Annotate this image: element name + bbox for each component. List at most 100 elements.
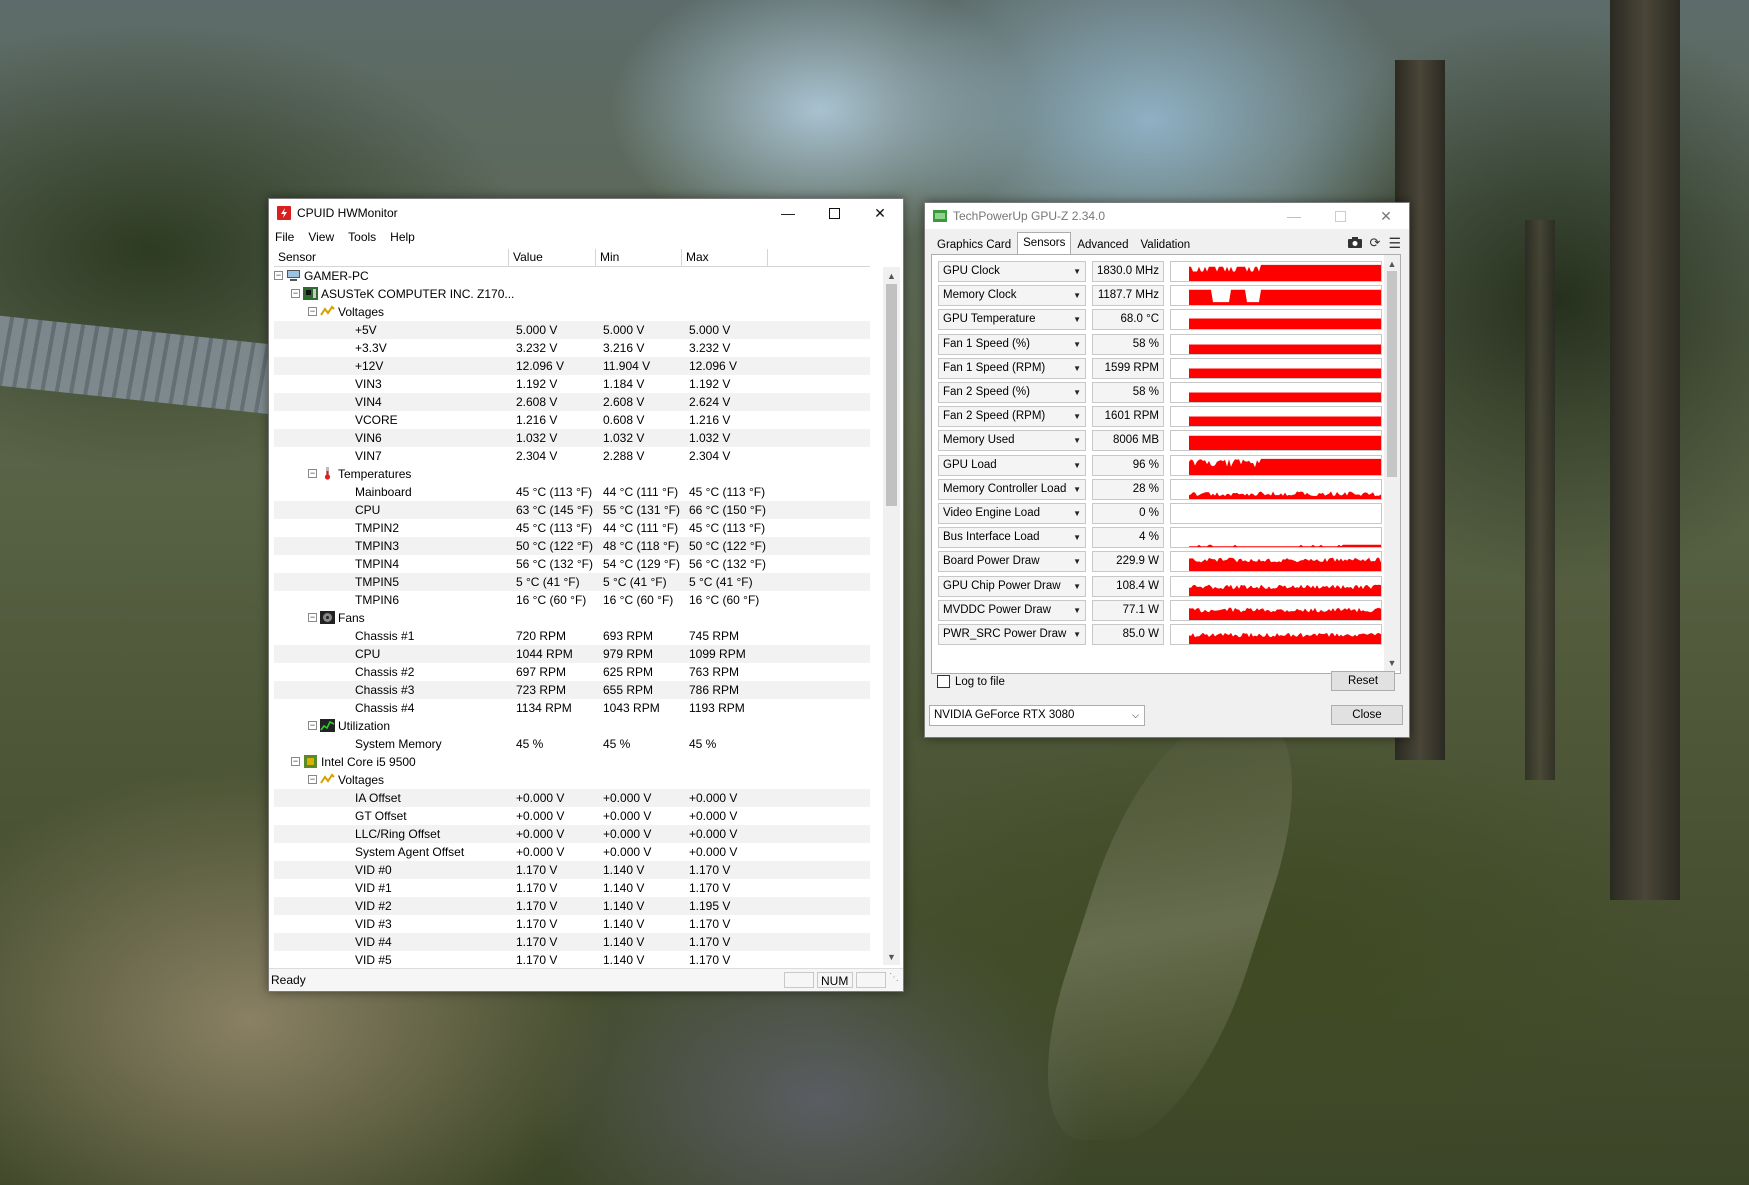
sensor-row[interactable]: VID #5 1.170 V 1.140 V 1.170 V	[274, 951, 870, 965]
camera-icon[interactable]	[1347, 235, 1362, 252]
sensor-row[interactable]: GT Offset +0.000 V +0.000 V +0.000 V	[274, 807, 870, 825]
tree-node[interactable]: − Temperatures	[274, 465, 870, 483]
tree-node[interactable]: − Intel Core i5 9500	[274, 753, 870, 771]
sensor-name-dropdown[interactable]: Video Engine Load ▼	[938, 503, 1086, 524]
sensor-row[interactable]: Chassis #2 697 RPM 625 RPM 763 RPM	[274, 663, 870, 681]
sensor-row[interactable]: CPU 1044 RPM 979 RPM 1099 RPM	[274, 645, 870, 663]
sensor-tree[interactable]: − GAMER-PC − ASUSTeK COMPUTER INC. Z170... −…	[274, 267, 870, 965]
tree-node[interactable]: − ASUSTeK COMPUTER INC. Z170...	[274, 285, 870, 303]
sensor-row[interactable]: VID #2 1.170 V 1.140 V 1.195 V	[274, 897, 870, 915]
sensor-name-dropdown[interactable]: GPU Clock ▼	[938, 261, 1086, 282]
sensor-row[interactable]: TMPIN6 16 °C (60 °F) 16 °C (60 °F) 16 °C (6…	[274, 591, 870, 609]
sensor-row[interactable]: VIN3 1.192 V 1.184 V 1.192 V	[274, 375, 870, 393]
gpuz-maximize-button[interactable]	[1317, 202, 1363, 230]
sensor-row[interactable]: +12V 12.096 V 11.904 V 12.096 V	[274, 357, 870, 375]
collapse-icon[interactable]: −	[308, 721, 317, 730]
sensor-row[interactable]: TMPIN2 45 °C (113 °F) 44 °C (111 °F) 45 °C …	[274, 519, 870, 537]
gpuz-titlebar[interactable]: TechPowerUp GPU-Z 2.34.0 — ✕	[925, 203, 1409, 229]
sensor-row[interactable]: IA Offset +0.000 V +0.000 V +0.000 V	[274, 789, 870, 807]
maximize-button[interactable]	[811, 199, 857, 227]
sensor-name-dropdown[interactable]: Fan 1 Speed (RPM) ▼	[938, 357, 1086, 379]
tab-advanced[interactable]: Advanced	[1071, 234, 1134, 254]
tree-scrollbar[interactable]: ▲ ▼	[883, 267, 900, 965]
gpu-select[interactable]: NVIDIA GeForce RTX 3080 ⌵	[929, 705, 1145, 726]
sensor-name-dropdown[interactable]: GPU Load ▼	[938, 454, 1086, 476]
collapse-icon[interactable]: −	[291, 289, 300, 298]
sensor-name-dropdown[interactable]: Fan 2 Speed (%) ▼	[938, 382, 1086, 403]
scroll-down-icon[interactable]: ▼	[883, 948, 900, 965]
sensor-row[interactable]: TMPIN3 50 °C (122 °F) 48 °C (118 °F) 50 °C …	[274, 537, 870, 555]
collapse-icon[interactable]: −	[308, 469, 317, 478]
menu-file[interactable]: File	[275, 230, 294, 244]
sensor-name-dropdown[interactable]: Fan 2 Speed (RPM) ▼	[938, 406, 1086, 428]
collapse-icon[interactable]: −	[308, 307, 317, 316]
menu-help[interactable]: Help	[390, 230, 415, 244]
checkbox-box[interactable]	[937, 675, 950, 688]
sensor-row[interactable]: +3.3V 3.232 V 3.216 V 3.232 V	[274, 339, 870, 357]
tree-node[interactable]: − Fans	[274, 609, 870, 627]
close-dialog-button[interactable]: Close	[1331, 705, 1403, 725]
sensors-scrollbar[interactable]: ▲ ▼	[1384, 255, 1400, 671]
reset-button[interactable]: Reset	[1331, 671, 1395, 691]
sensor-row[interactable]: VID #3 1.170 V 1.140 V 1.170 V	[274, 915, 870, 933]
scroll-up-icon[interactable]: ▲	[883, 267, 900, 284]
sensor-row[interactable]: VIN7 2.304 V 2.288 V 2.304 V	[274, 447, 870, 465]
sensor-name-dropdown[interactable]: GPU Temperature ▼	[938, 309, 1086, 331]
sensor-row[interactable]: LLC/Ring Offset +0.000 V +0.000 V +0.000 V	[274, 825, 870, 843]
gpuz-close-button[interactable]: ✕	[1363, 202, 1409, 230]
sensor-name-dropdown[interactable]: Memory Clock ▼	[938, 285, 1086, 307]
column-value[interactable]: Value	[509, 249, 596, 266]
sensor-row[interactable]: Mainboard 45 °C (113 °F) 44 °C (111 °F) 45 …	[274, 483, 870, 501]
column-min[interactable]: Min	[596, 249, 682, 266]
tab-graphics-card[interactable]: Graphics Card	[931, 234, 1017, 254]
scrollbar-thumb[interactable]	[886, 284, 897, 506]
menu-icon[interactable]: ☰	[1388, 235, 1401, 252]
sensor-row[interactable]: System Agent Offset +0.000 V +0.000 V +0.00…	[274, 843, 870, 861]
resize-grip-icon[interactable]: ⋱	[889, 972, 903, 988]
menu-view[interactable]: View	[308, 230, 334, 244]
tab-sensors[interactable]: Sensors	[1017, 232, 1072, 254]
column-sensor[interactable]: Sensor	[274, 249, 509, 266]
sensor-row[interactable]: VIN4 2.608 V 2.608 V 2.624 V	[274, 393, 870, 411]
close-button[interactable]: ✕	[857, 199, 903, 227]
menu-tools[interactable]: Tools	[348, 230, 376, 244]
sensor-row[interactable]: Chassis #1 720 RPM 693 RPM 745 RPM	[274, 627, 870, 645]
scrollbar-thumb[interactable]	[1387, 271, 1397, 477]
collapse-icon[interactable]: −	[291, 757, 300, 766]
sensor-name-dropdown[interactable]: Board Power Draw ▼	[938, 551, 1086, 573]
scroll-up-icon[interactable]: ▲	[1384, 255, 1400, 272]
scroll-down-icon[interactable]: ▼	[1384, 654, 1400, 671]
sensor-row[interactable]: Chassis #3 723 RPM 655 RPM 786 RPM	[274, 681, 870, 699]
sensor-row[interactable]: VID #4 1.170 V 1.140 V 1.170 V	[274, 933, 870, 951]
refresh-icon[interactable]: ⟳	[1370, 235, 1381, 252]
sensor-name-dropdown[interactable]: Bus Interface Load ▼	[938, 527, 1086, 549]
sensor-name-dropdown[interactable]: PWR_SRC Power Draw ▼	[938, 624, 1086, 645]
sensor-name-dropdown[interactable]: MVDDC Power Draw ▼	[938, 599, 1086, 621]
tree-node[interactable]: − Utilization	[274, 717, 870, 735]
hwmonitor-titlebar[interactable]: CPUID HWMonitor — ✕	[269, 199, 903, 227]
column-max[interactable]: Max	[682, 249, 768, 266]
sensor-row[interactable]: +5V 5.000 V 5.000 V 5.000 V	[274, 321, 870, 339]
sensor-row[interactable]: System Memory 45 % 45 % 45 %	[274, 735, 870, 753]
sensor-name-dropdown[interactable]: Memory Used ▼	[938, 430, 1086, 452]
log-to-file-checkbox[interactable]: Log to file	[937, 675, 1005, 688]
sensor-row[interactable]: Chassis #4 1134 RPM 1043 RPM 1193 RPM	[274, 699, 870, 717]
sensor-row[interactable]: VCORE 1.216 V 0.608 V 1.216 V	[274, 411, 870, 429]
gpuz-minimize-button[interactable]: —	[1271, 202, 1317, 230]
sensor-row[interactable]: TMPIN4 56 °C (132 °F) 54 °C (129 °F) 56 °C …	[274, 555, 870, 573]
sensor-row[interactable]: VID #1 1.170 V 1.140 V 1.170 V	[274, 879, 870, 897]
sensor-row[interactable]: CPU 63 °C (145 °F) 55 °C (131 °F) 66 °C (15…	[274, 501, 870, 519]
tree-node[interactable]: − Voltages	[274, 303, 870, 321]
sensor-row[interactable]: VID #0 1.170 V 1.140 V 1.170 V	[274, 861, 870, 879]
sensor-name-dropdown[interactable]: Fan 1 Speed (%) ▼	[938, 333, 1086, 355]
sensor-name-dropdown[interactable]: GPU Chip Power Draw ▼	[938, 575, 1086, 597]
collapse-icon[interactable]: −	[274, 271, 283, 280]
tab-validation[interactable]: Validation	[1134, 234, 1196, 254]
collapse-icon[interactable]: −	[308, 613, 317, 622]
sensor-row[interactable]: TMPIN5 5 °C (41 °F) 5 °C (41 °F) 5 °C (41 °…	[274, 573, 870, 591]
tree-node[interactable]: − Voltages	[274, 771, 870, 789]
collapse-icon[interactable]: −	[308, 775, 317, 784]
minimize-button[interactable]: —	[765, 199, 811, 227]
sensor-row[interactable]: VIN6 1.032 V 1.032 V 1.032 V	[274, 429, 870, 447]
tree-node[interactable]: − GAMER-PC	[274, 267, 870, 285]
